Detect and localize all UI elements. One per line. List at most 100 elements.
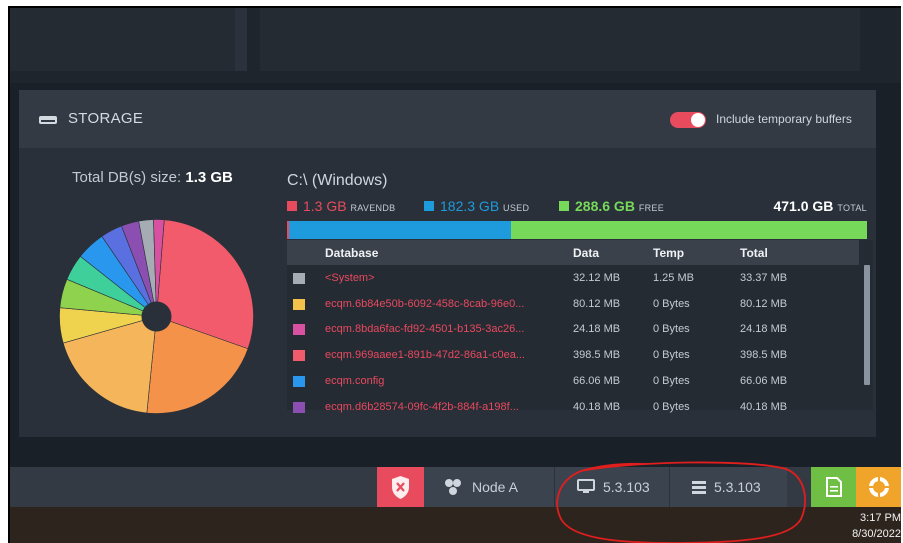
database-name-cell[interactable]: ecqm.6b84e50b-6092-458c-8cab-96e0... — [325, 298, 555, 310]
table-row[interactable]: ecqm.d6b28574-09fc-4f2b-884f-a198f... 40.… — [287, 394, 859, 420]
data-size-cell: 66.06 MB — [573, 374, 621, 387]
database-size-pie-chart — [59, 219, 254, 414]
pie-center-hole — [141, 301, 172, 332]
system-clock[interactable]: 3:17 PM 8/30/2022 — [852, 510, 901, 542]
database-name-cell[interactable]: ecqm.8bda6fac-fd92-4501-b135-3ac26... — [325, 323, 555, 335]
database-color-swatch — [293, 375, 305, 387]
panel-divider — [235, 8, 247, 71]
temp-size-cell: 0 Bytes — [653, 400, 690, 413]
table-row[interactable]: ecqm.969aaee1-891b-47d2-86a1-c0ea... 398.… — [287, 342, 859, 368]
column-header-database[interactable]: Database — [325, 246, 378, 260]
storage-legend: 1.3 GB RAVENDB 182.3 GB USED 288.6 GB FR… — [287, 198, 867, 216]
table-header: Database Data Temp Total — [287, 240, 859, 265]
column-header-total[interactable]: Total — [740, 246, 768, 260]
top-panel-right — [260, 8, 860, 71]
alerts-button[interactable] — [377, 467, 424, 507]
studio-version: 5.3.103 — [603, 479, 650, 495]
data-size-cell: 398.5 MB — [573, 349, 621, 362]
legend-total-value: 471.0 GB — [773, 198, 834, 214]
hard-drive-icon — [39, 116, 57, 124]
temp-size-cell: 1.25 MB — [653, 272, 694, 284]
cluster-node-button[interactable]: Node A — [424, 467, 554, 507]
legend-ravendb-swatch — [287, 201, 297, 211]
scrollbar-thumb[interactable] — [864, 265, 870, 385]
legend-total: 471.0 GB TOTAL — [773, 198, 867, 214]
storage-title: STORAGE — [68, 110, 144, 127]
total-size-cell: 398.5 MB — [740, 349, 788, 362]
legend-ravendb-caption: RAVENDB — [350, 203, 396, 213]
temp-size-cell: 0 Bytes — [653, 374, 690, 387]
database-color-swatch — [293, 401, 305, 413]
table-scrollbar[interactable] — [859, 240, 873, 410]
windows-taskbar: 3:17 PM 8/30/2022 — [10, 507, 901, 543]
data-size-cell: 80.12 MB — [573, 297, 621, 310]
legend-used-swatch — [424, 201, 434, 211]
legend-used-value: 182.3 GB — [440, 198, 500, 214]
total-size-cell: 24.18 MB — [740, 323, 788, 336]
database-name-cell[interactable]: ecqm.config — [325, 375, 555, 387]
table-row[interactable]: ecqm.config 66.06 MB 0 Bytes 66.06 MB — [287, 368, 859, 394]
toggle-knob — [691, 113, 705, 127]
disk-usage-ravendb-segment — [287, 221, 289, 239]
node-label: Node A — [472, 479, 518, 495]
shield-x-icon — [392, 476, 409, 499]
database-storage-table: Database Data Temp Total <System> 32.12 M… — [287, 240, 873, 413]
status-bar: Node A 5.3.103 5.3.103 — [10, 467, 901, 507]
disk-usage-bar — [287, 221, 867, 239]
cluster-icon — [445, 479, 461, 495]
total-size-cell: 33.37 MB — [740, 272, 788, 284]
monitor-icon — [577, 479, 595, 493]
clock-time: 3:17 PM — [860, 512, 901, 524]
database-name-cell[interactable]: ecqm.969aaee1-891b-47d2-86a1-c0ea... — [325, 349, 555, 361]
column-header-temp[interactable]: Temp — [653, 246, 684, 260]
temp-size-cell: 0 Bytes — [653, 323, 690, 336]
temporary-buffers-toggle[interactable] — [670, 112, 706, 128]
documentation-button[interactable] — [811, 467, 856, 507]
temp-size-cell: 0 Bytes — [653, 297, 690, 310]
legend-used-caption: USED — [503, 203, 530, 213]
data-size-cell: 40.18 MB — [573, 400, 621, 413]
database-color-swatch — [293, 350, 305, 362]
panel-gap — [247, 8, 260, 71]
table-row[interactable]: ecqm.8bda6fac-fd92-4501-b135-3ac26... 24.… — [287, 316, 859, 342]
legend-free-swatch — [559, 201, 569, 211]
data-size-cell: 32.12 MB — [573, 272, 621, 284]
storage-card: STORAGE Include temporary buffers Total … — [19, 90, 876, 437]
database-color-swatch — [293, 298, 305, 310]
legend-used: 182.3 GB USED — [424, 198, 529, 214]
legend-total-caption: TOTAL — [837, 203, 867, 213]
app-window: STORAGE Include temporary buffers Total … — [8, 6, 901, 543]
studio-version-button[interactable]: 5.3.103 — [554, 467, 669, 507]
storage-card-header: STORAGE Include temporary buffers — [19, 90, 876, 148]
server-version-button[interactable]: 5.3.103 — [669, 467, 787, 507]
server-icon — [692, 481, 706, 494]
lifebuoy-icon — [869, 477, 889, 497]
table-row[interactable]: <System> 32.12 MB 1.25 MB 33.37 MB — [287, 265, 859, 291]
server-version: 5.3.103 — [714, 479, 761, 495]
total-db-value: 1.3 GB — [185, 169, 233, 186]
database-name-cell[interactable]: ecqm.d6b28574-09fc-4f2b-884f-a198f... — [325, 401, 555, 413]
total-size-cell: 80.12 MB — [740, 297, 788, 310]
legend-free-value: 288.6 GB — [575, 198, 635, 214]
legend-free-caption: FREE — [638, 203, 665, 213]
table-row[interactable]: ecqm.6b84e50b-6092-458c-8cab-96e0... 80.1… — [287, 291, 859, 317]
temporary-buffers-label: Include temporary buffers — [716, 112, 852, 126]
disk-usage-used-segment — [287, 221, 512, 239]
legend-ravendb-value: 1.3 GB — [303, 198, 347, 214]
database-name-cell[interactable]: <System> — [325, 272, 555, 284]
top-panel-left — [10, 8, 235, 71]
total-db-size: Total DB(s) size: 1.3 GB — [72, 169, 233, 186]
temp-size-cell: 0 Bytes — [653, 349, 690, 362]
database-color-swatch — [293, 273, 305, 284]
support-button[interactable] — [856, 467, 901, 507]
column-header-data[interactable]: Data — [573, 246, 599, 260]
legend-free: 288.6 GB FREE — [559, 198, 664, 214]
total-size-cell: 40.18 MB — [740, 400, 788, 413]
database-color-swatch — [293, 324, 305, 336]
total-size-cell: 66.06 MB — [740, 374, 788, 387]
clock-date: 8/30/2022 — [852, 528, 901, 540]
document-icon — [826, 477, 842, 497]
drive-name: C:\ (Windows) — [287, 172, 388, 189]
total-db-label: Total DB(s) size: — [72, 169, 182, 186]
legend-ravendb: 1.3 GB RAVENDB — [287, 198, 395, 214]
